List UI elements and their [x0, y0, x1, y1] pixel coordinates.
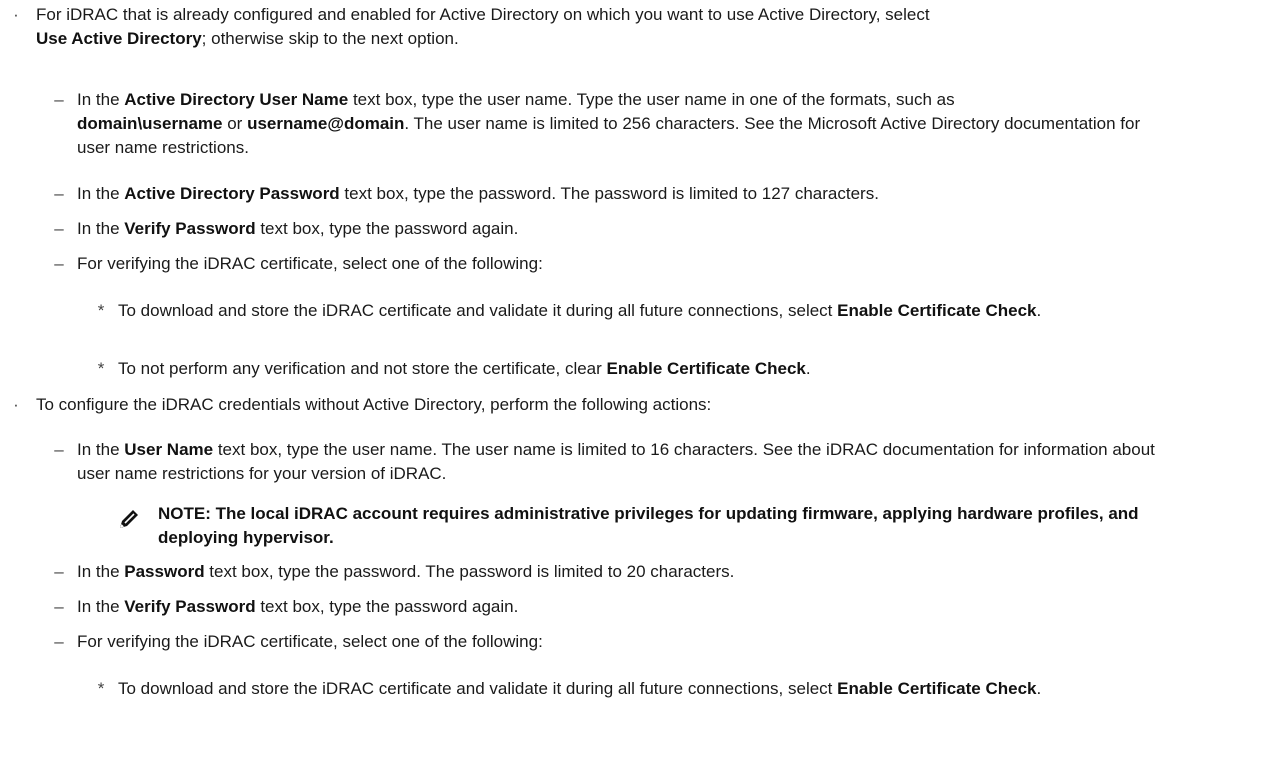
item-bold: Password — [124, 562, 205, 581]
list-item-verify-certificate: – For verifying the iDRAC certificate, s… — [54, 252, 1237, 276]
dash-marker: – — [54, 632, 64, 651]
item-text: text box, type the password again. — [255, 219, 519, 238]
item-bold: Active Directory User Name — [124, 90, 349, 109]
list-item-clear-certificate-check: * To not perform any verification and no… — [98, 357, 1228, 381]
item-text: text box, type the user name. Type the u… — [348, 90, 955, 109]
item-bold: Verify Password — [124, 219, 256, 238]
item-text: In the — [77, 90, 125, 109]
item-bold: Enable Certificate Check — [837, 679, 1037, 698]
list-item-enable-certificate-check: * To download and store the iDRAC certif… — [98, 299, 1228, 323]
item-bold: Enable Certificate Check — [837, 301, 1037, 320]
item-text: or — [222, 114, 248, 133]
pencil-note-icon — [120, 510, 138, 528]
list-item-verify-password: – In the Verify Password text box, type … — [54, 217, 1237, 241]
item-text: text box, type the password. The passwor… — [339, 184, 879, 203]
item-bold: User Name — [124, 440, 214, 459]
dash-marker: – — [54, 597, 64, 616]
item-bold: Verify Password — [124, 597, 256, 616]
item-text: For verifying the iDRAC certificate, sel… — [77, 632, 543, 651]
item-text: In the — [77, 597, 125, 616]
item-text: In the — [77, 562, 125, 581]
dash-marker: – — [54, 184, 64, 203]
dash-marker: – — [54, 254, 64, 273]
list-item-user-name: – In the User Name text box, type the us… — [54, 438, 1157, 486]
item-text: . — [1036, 679, 1042, 698]
item-text: For iDRAC that is already configured and… — [36, 5, 930, 24]
item-text: text box, type the password again. — [255, 597, 519, 616]
list-item-enable-certificate-check-2: * To download and store the iDRAC certif… — [98, 677, 1228, 701]
item-text: To download and store the iDRAC certific… — [118, 301, 838, 320]
star-marker: * — [97, 301, 105, 320]
dash-marker: – — [54, 219, 64, 238]
item-text: In the — [77, 440, 125, 459]
item-bold: domain\username — [77, 114, 223, 133]
list-item-verify-certificate-2: – For verifying the iDRAC certificate, s… — [54, 630, 1237, 654]
item-text: To not perform any verification and not … — [118, 359, 607, 378]
item-text: In the — [77, 184, 125, 203]
dash-marker: – — [54, 90, 64, 109]
star-marker: * — [97, 359, 105, 378]
item-text: text box, type the password. The passwor… — [204, 562, 735, 581]
item-text: To configure the iDRAC credentials witho… — [36, 395, 712, 414]
list-item-password: – In the Password text box, type the pas… — [54, 560, 1237, 584]
list-item-verify-password-2: – In the Verify Password text box, type … — [54, 595, 1237, 619]
list-item-use-active-directory: · For iDRAC that is already configured a… — [13, 3, 1226, 51]
document-body: · For iDRAC that is already configured a… — [0, 0, 1262, 760]
item-text: . — [1036, 301, 1042, 320]
list-item-without-active-directory: · To configure the iDRAC credentials wit… — [13, 393, 1226, 417]
bullet-marker: · — [13, 395, 19, 414]
star-marker: * — [97, 679, 105, 698]
item-text: . — [805, 359, 811, 378]
bullet-marker: · — [13, 5, 19, 24]
dash-marker: – — [54, 562, 64, 581]
item-text: To download and store the iDRAC certific… — [118, 679, 838, 698]
dash-marker: – — [54, 440, 64, 459]
item-text: In the — [77, 219, 125, 238]
list-item-ad-user-name: – In the Active Directory User Name text… — [54, 88, 1167, 160]
item-bold: username@domain — [247, 114, 405, 133]
item-bold: Enable Certificate Check — [606, 359, 806, 378]
item-text: text box, type the user name. The user n… — [77, 440, 1155, 483]
item-bold: Use Active Directory — [36, 29, 202, 48]
list-item-ad-password: – In the Active Directory Password text … — [54, 182, 1237, 206]
item-text: For verifying the iDRAC certificate, sel… — [77, 254, 543, 273]
item-text: ; otherwise skip to the next option. — [201, 29, 459, 48]
item-bold: Active Directory Password — [124, 184, 340, 203]
note-text: NOTE: The local iDRAC account requires a… — [158, 504, 1139, 547]
